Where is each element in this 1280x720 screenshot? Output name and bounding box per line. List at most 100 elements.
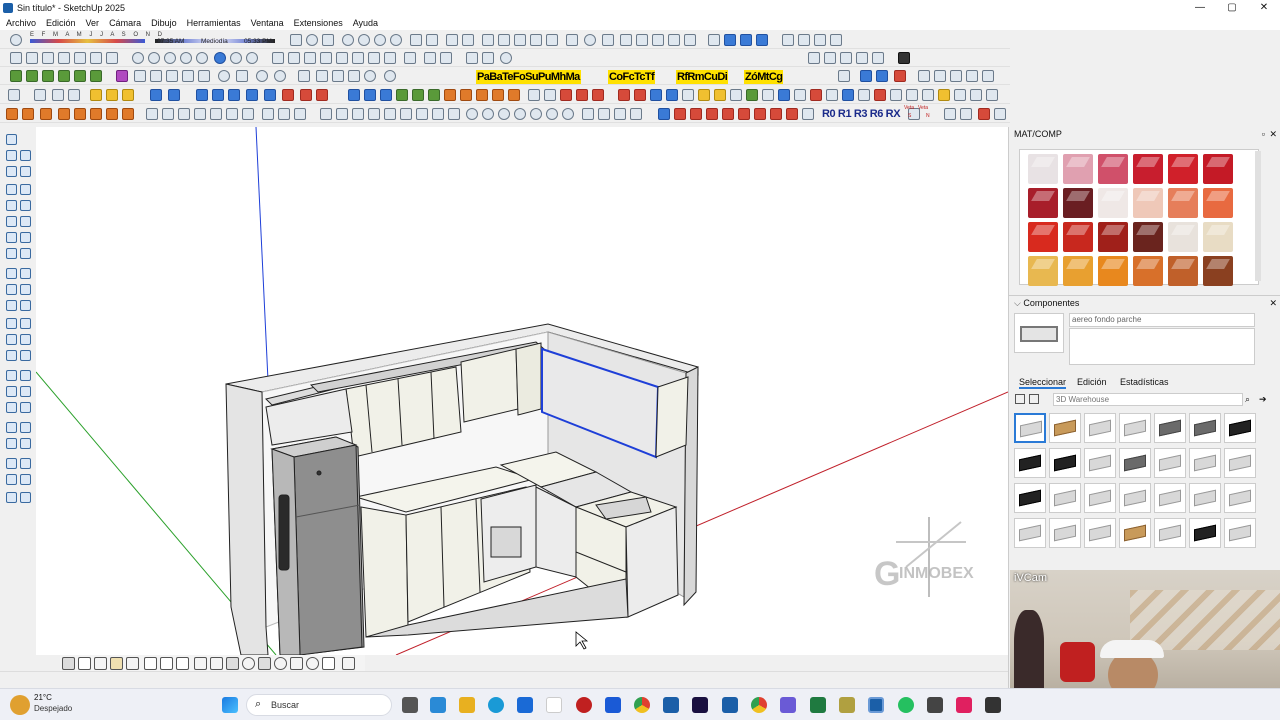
material-swatch[interactable] xyxy=(1028,154,1058,184)
tool-icon[interactable] xyxy=(6,150,17,161)
add-icon[interactable] xyxy=(584,34,596,46)
component-description-field[interactable] xyxy=(1069,328,1255,365)
label-icon[interactable] xyxy=(160,657,173,670)
tool-icon[interactable] xyxy=(446,34,458,46)
whatsapp-icon[interactable] xyxy=(898,697,914,713)
material-swatch[interactable] xyxy=(1168,154,1198,184)
tool-icon[interactable] xyxy=(236,70,248,82)
app-icon[interactable] xyxy=(780,697,796,713)
tool-icon[interactable] xyxy=(838,70,850,82)
sketchup-icon[interactable] xyxy=(663,697,679,713)
opera-icon[interactable] xyxy=(576,697,592,713)
close-icon[interactable] xyxy=(322,34,334,46)
layer-icon[interactable] xyxy=(304,52,316,64)
tool-icon[interactable] xyxy=(922,89,934,101)
material-swatch[interactable] xyxy=(1168,256,1198,286)
tool-icon[interactable] xyxy=(950,70,962,82)
menu-dibujo[interactable]: Dibujo xyxy=(151,18,177,28)
box-icon[interactable] xyxy=(122,89,134,101)
component-thumbnail[interactable] xyxy=(1224,518,1256,548)
component-thumbnail[interactable] xyxy=(1049,448,1081,478)
tool-icon[interactable] xyxy=(498,34,510,46)
select-arrow-icon[interactable] xyxy=(6,134,17,145)
follow-me-icon[interactable] xyxy=(20,284,31,295)
tool-icon[interactable] xyxy=(876,70,888,82)
close-icon[interactable]: ✕ xyxy=(1269,127,1277,141)
tool-icon[interactable] xyxy=(826,89,838,101)
component-thumbnail[interactable] xyxy=(1189,518,1221,548)
previous-view-icon[interactable] xyxy=(20,402,31,413)
backedges-icon[interactable] xyxy=(148,52,160,64)
sketchup-icon[interactable] xyxy=(868,697,884,713)
material-swatch[interactable] xyxy=(1028,256,1058,286)
tool-icon[interactable] xyxy=(842,89,854,101)
circle-icon[interactable] xyxy=(6,216,17,227)
line-icon[interactable] xyxy=(332,70,344,82)
weather-icon[interactable] xyxy=(10,695,30,715)
tool-icon[interactable] xyxy=(316,70,328,82)
minimize-button[interactable]: — xyxy=(1184,0,1216,15)
tool-icon[interactable] xyxy=(546,108,558,120)
tool-icon[interactable] xyxy=(226,108,238,120)
tool-icon[interactable] xyxy=(634,89,646,101)
tool-icon[interactable] xyxy=(918,70,930,82)
tool-icon[interactable] xyxy=(546,34,558,46)
tool-icon[interactable] xyxy=(514,34,526,46)
tool-icon[interactable] xyxy=(830,34,842,46)
tool-icon[interactable] xyxy=(658,108,670,120)
tool-icon[interactable] xyxy=(614,108,626,120)
tool-icon[interactable] xyxy=(368,108,380,120)
move-icon[interactable] xyxy=(778,89,790,101)
menu-herramientas[interactable]: Herramientas xyxy=(187,18,241,28)
tool-icon[interactable] xyxy=(934,70,946,82)
position-camera-icon[interactable] xyxy=(6,422,17,433)
tool-icon[interactable] xyxy=(544,89,556,101)
component-thumbnail[interactable] xyxy=(1049,413,1081,443)
tool-icon[interactable] xyxy=(416,108,428,120)
tab-seleccionar[interactable]: Seleccionar xyxy=(1019,377,1067,389)
tool-icon[interactable] xyxy=(278,108,290,120)
materials-scrollbar[interactable] xyxy=(1255,151,1261,281)
style-icon[interactable] xyxy=(390,34,402,46)
material-swatch[interactable] xyxy=(1133,222,1163,252)
tool-icon[interactable] xyxy=(770,108,782,120)
section-plane-icon[interactable] xyxy=(20,438,31,449)
tool-icon[interactable] xyxy=(872,52,884,64)
yellow-toolbar-group-1[interactable]: PaBaTeFoSuPuMhMa xyxy=(476,70,581,84)
components-panel-header[interactable]: ⌵ Componentes ✕ xyxy=(1009,295,1280,309)
material-swatch[interactable] xyxy=(1063,188,1093,218)
tool-icon[interactable] xyxy=(150,70,162,82)
tool-icon[interactable] xyxy=(74,108,86,120)
hand-icon[interactable] xyxy=(482,52,494,64)
arrow-icon[interactable] xyxy=(300,89,312,101)
shadow-date-slider[interactable] xyxy=(30,39,145,43)
calculator-icon[interactable] xyxy=(605,697,621,713)
tool-icon[interactable] xyxy=(978,108,990,120)
view-back-icon[interactable] xyxy=(74,52,86,64)
component-icon[interactable] xyxy=(90,70,102,82)
component-thumbnail[interactable] xyxy=(1049,483,1081,513)
tool-icon[interactable] xyxy=(762,89,774,101)
component-thumbnail[interactable] xyxy=(1154,448,1186,478)
tool-icon[interactable] xyxy=(954,89,966,101)
material-swatch[interactable] xyxy=(1028,222,1058,252)
text-icon[interactable] xyxy=(20,334,31,345)
axes-icon[interactable] xyxy=(6,350,17,361)
search-icon[interactable]: ⌕ xyxy=(1245,394,1250,405)
component-thumbnail[interactable] xyxy=(1224,448,1256,478)
tool-icon[interactable] xyxy=(58,108,70,120)
tool-icon[interactable] xyxy=(650,89,662,101)
component-thumbnail[interactable] xyxy=(1189,448,1221,478)
axis-icon[interactable] xyxy=(228,89,240,101)
tool-icon[interactable] xyxy=(906,89,918,101)
close-icon[interactable] xyxy=(802,108,814,120)
tool-icon[interactable] xyxy=(482,34,494,46)
tool-icon[interactable] xyxy=(576,89,588,101)
rotate-icon[interactable] xyxy=(6,284,17,295)
zoom-extents-icon[interactable] xyxy=(6,402,17,413)
app-icon[interactable] xyxy=(956,697,972,713)
tool-icon[interactable] xyxy=(668,34,680,46)
component-icon[interactable] xyxy=(74,70,86,82)
plane-icon[interactable] xyxy=(412,89,424,101)
component-thumbnail[interactable] xyxy=(1014,413,1046,443)
